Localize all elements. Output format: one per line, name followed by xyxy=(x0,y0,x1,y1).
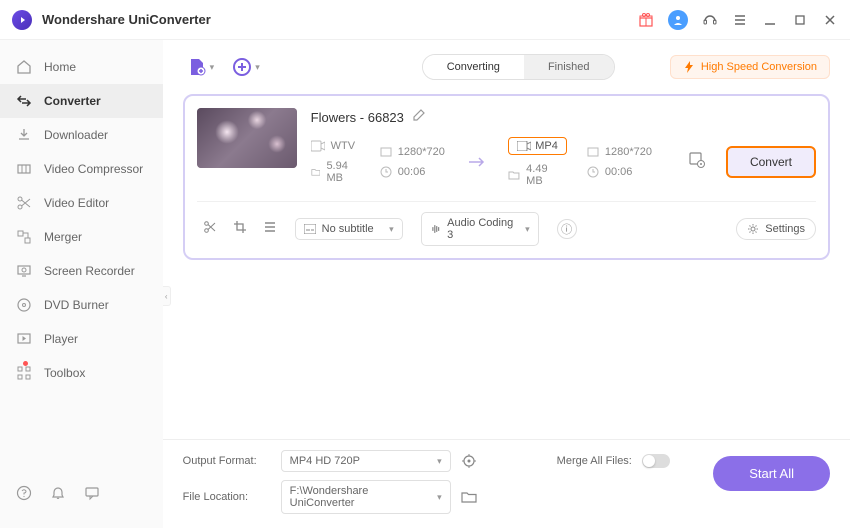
output-format-select[interactable]: MP4 HD 720P▾ xyxy=(281,450,451,472)
sidebar-label: Player xyxy=(44,332,78,346)
crop-icon[interactable] xyxy=(233,220,247,239)
sidebar-item-converter[interactable]: Converter xyxy=(0,84,163,118)
hamburger-icon[interactable] xyxy=(732,12,748,28)
sidebar-bottom xyxy=(0,485,163,518)
file-location-select[interactable]: F:\Wondershare UniConverter▾ xyxy=(281,480,451,514)
sidebar: Home Converter Downloader Video Compress… xyxy=(0,40,163,528)
app-title: Wondershare UniConverter xyxy=(42,12,211,27)
sidebar-item-merger[interactable]: Merger xyxy=(0,220,163,254)
notification-dot-icon xyxy=(23,361,28,366)
app-logo-icon xyxy=(12,10,32,30)
compress-icon xyxy=(16,161,32,177)
resolution-icon xyxy=(380,146,392,158)
sidebar-label: Home xyxy=(44,60,76,74)
gear-icon xyxy=(747,223,759,235)
sidebar-item-recorder[interactable]: Screen Recorder xyxy=(0,254,163,288)
feedback-icon[interactable] xyxy=(84,485,100,506)
disc-icon xyxy=(16,297,32,313)
download-icon xyxy=(16,127,32,143)
sidebar-label: Video Compressor xyxy=(44,162,143,176)
sidebar-item-compressor[interactable]: Video Compressor xyxy=(0,152,163,186)
list-icon[interactable] xyxy=(263,220,277,239)
bell-icon[interactable] xyxy=(50,485,66,506)
settings-button[interactable]: Settings xyxy=(736,218,816,240)
subtitle-icon xyxy=(304,224,316,234)
sidebar-item-home[interactable]: Home xyxy=(0,50,163,84)
close-icon[interactable] xyxy=(822,12,838,28)
file-location-label: File Location: xyxy=(183,491,271,503)
scissors-icon xyxy=(16,195,32,211)
maximize-icon[interactable] xyxy=(792,12,808,28)
converter-icon xyxy=(16,93,32,109)
sidebar-item-editor[interactable]: Video Editor xyxy=(0,186,163,220)
folder-icon xyxy=(311,166,321,178)
home-icon xyxy=(16,59,32,75)
info-icon[interactable]: ⓘ xyxy=(557,219,577,239)
user-avatar-icon[interactable] xyxy=(668,10,688,30)
video-thumbnail[interactable] xyxy=(197,108,297,168)
sidebar-label: Downloader xyxy=(44,128,108,142)
start-all-button[interactable]: Start All xyxy=(713,456,830,491)
subtitle-select[interactable]: No subtitle ▾ xyxy=(295,218,403,240)
audio-select[interactable]: Audio Coding 3 ▾ xyxy=(421,212,539,246)
conversion-tabs: Converting Finished xyxy=(422,54,615,80)
format-settings-icon[interactable] xyxy=(461,453,477,469)
add-file-button[interactable]: ▾ xyxy=(183,53,219,81)
arrow-right-icon xyxy=(465,155,488,169)
sidebar-item-downloader[interactable]: Downloader xyxy=(0,118,163,152)
merge-icon xyxy=(16,229,32,245)
headset-icon[interactable] xyxy=(702,12,718,28)
clock-icon xyxy=(380,166,392,178)
output-format-label: Output Format: xyxy=(183,455,271,467)
cut-icon[interactable] xyxy=(203,220,217,239)
merge-label: Merge All Files: xyxy=(557,455,632,467)
edit-name-icon[interactable] xyxy=(412,108,426,127)
audio-icon xyxy=(430,224,441,234)
minimize-icon[interactable] xyxy=(762,12,778,28)
sidebar-item-dvd[interactable]: DVD Burner xyxy=(0,288,163,322)
sidebar-item-player[interactable]: Player xyxy=(0,322,163,356)
convert-button[interactable]: Convert xyxy=(726,146,816,178)
titlebar: Wondershare UniConverter xyxy=(0,0,850,40)
gift-icon[interactable] xyxy=(638,12,654,28)
sidebar-label: DVD Burner xyxy=(44,298,109,312)
sidebar-label: Screen Recorder xyxy=(44,264,135,278)
grid-icon xyxy=(16,365,32,381)
chevron-down-icon: ▾ xyxy=(210,62,215,73)
chevron-down-icon: ▾ xyxy=(255,62,260,73)
lightning-icon xyxy=(683,61,695,73)
sidebar-label: Video Editor xyxy=(44,196,109,210)
main-panel: ▾ ▾ Converting Finished High Speed Conve… xyxy=(163,40,850,528)
sidebar-item-toolbox[interactable]: Toolbox xyxy=(0,356,163,390)
sidebar-label: Merger xyxy=(44,230,82,244)
help-icon[interactable] xyxy=(16,485,32,506)
file-card: Flowers - 66823 WTV 5.94 MB 1280*720 00:… xyxy=(183,94,830,260)
sidebar-label: Converter xyxy=(44,94,101,108)
high-speed-button[interactable]: High Speed Conversion xyxy=(670,55,830,79)
tab-converting[interactable]: Converting xyxy=(423,55,524,79)
topbar: ▾ ▾ Converting Finished High Speed Conve… xyxy=(163,40,850,94)
open-folder-icon[interactable] xyxy=(461,490,477,504)
output-settings-icon[interactable] xyxy=(688,151,706,174)
record-icon xyxy=(16,263,32,279)
video-icon xyxy=(311,140,325,152)
footer: Output Format: MP4 HD 720P▾ Merge All Fi… xyxy=(163,439,850,528)
merge-toggle[interactable] xyxy=(642,454,670,468)
file-name: Flowers - 66823 xyxy=(311,110,404,125)
tab-finished[interactable]: Finished xyxy=(524,55,614,79)
output-format-pill[interactable]: MP4 xyxy=(508,137,567,155)
sidebar-label: Toolbox xyxy=(44,366,85,380)
titlebar-right xyxy=(638,10,838,30)
add-url-button[interactable]: ▾ xyxy=(228,53,264,81)
play-icon xyxy=(16,331,32,347)
